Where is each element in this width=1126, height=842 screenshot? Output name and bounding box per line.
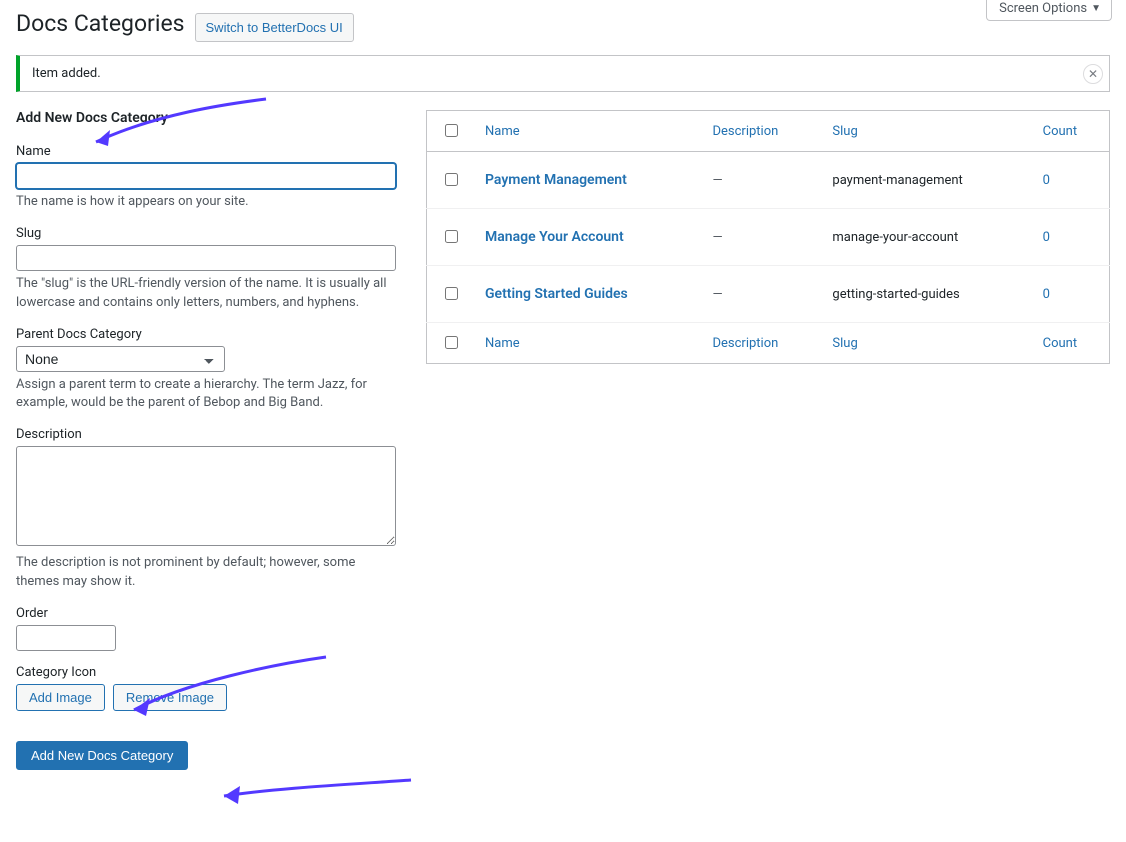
sort-slug-header[interactable]: Slug [832,124,857,139]
row-count-link[interactable]: 0 [1043,230,1050,245]
form-section-title: Add New Docs Category [16,110,396,126]
row-slug: payment-management [832,173,962,188]
annotation-arrow-submit [206,774,416,810]
parent-label: Parent Docs Category [16,327,396,342]
category-icon-label: Category Icon [16,665,396,680]
categories-table: Name Description Slug Count Payment Mana… [426,110,1110,364]
notice-item-added: Item added. ✕ [16,55,1110,92]
screen-options-toggle[interactable]: Screen Options ▼ [986,0,1112,21]
slug-label: Slug [16,226,396,241]
slug-input[interactable] [16,245,396,271]
name-input[interactable] [16,163,396,189]
name-label: Name [16,144,396,159]
order-input[interactable] [16,625,116,651]
table-row: Manage Your Account — manage-your-accoun… [427,209,1110,266]
add-image-button[interactable]: Add Image [16,684,105,711]
sort-count-footer[interactable]: Count [1043,336,1077,351]
sort-name-header[interactable]: Name [485,124,520,139]
screen-options-label: Screen Options [999,1,1087,16]
parent-select[interactable]: None [16,346,225,372]
row-description: — [712,287,722,302]
row-checkbox[interactable] [445,230,458,243]
chevron-down-icon: ▼ [1091,3,1101,14]
submit-add-category-button[interactable]: Add New Docs Category [16,741,188,770]
row-checkbox[interactable] [445,287,458,300]
row-count-link[interactable]: 0 [1043,287,1050,302]
slug-help: The "slug" is the URL-friendly version o… [16,275,396,313]
sort-slug-footer[interactable]: Slug [832,336,857,351]
row-description: — [712,230,722,245]
remove-image-button[interactable]: Remove Image [113,684,227,711]
table-row: Getting Started Guides — getting-started… [427,266,1110,323]
row-count-link[interactable]: 0 [1043,173,1050,188]
row-slug: getting-started-guides [832,287,959,302]
select-all-bottom-checkbox[interactable] [445,336,458,349]
table-row: Payment Management — payment-management … [427,152,1110,209]
close-icon: ✕ [1088,67,1098,81]
sort-count-header[interactable]: Count [1043,124,1077,139]
row-slug: manage-your-account [832,230,958,245]
row-description: — [712,173,722,188]
description-help: The description is not prominent by defa… [16,554,396,592]
row-checkbox[interactable] [445,173,458,186]
row-name-link[interactable]: Manage Your Account [485,229,624,245]
select-all-top-checkbox[interactable] [445,124,458,137]
sort-description-header[interactable]: Description [712,124,778,139]
page-title: Docs Categories [16,10,185,37]
notice-text: Item added. [32,66,101,81]
sort-description-footer[interactable]: Description [712,336,778,351]
switch-ui-button[interactable]: Switch to BetterDocs UI [195,13,354,43]
order-label: Order [16,606,396,621]
dismiss-notice-button[interactable]: ✕ [1083,64,1103,84]
row-name-link[interactable]: Payment Management [485,172,627,188]
sort-name-footer[interactable]: Name [485,336,520,351]
name-help: The name is how it appears on your site. [16,193,396,212]
description-textarea[interactable] [16,446,396,546]
description-label: Description [16,427,396,442]
row-name-link[interactable]: Getting Started Guides [485,286,628,302]
parent-help: Assign a parent term to create a hierarc… [16,376,396,414]
